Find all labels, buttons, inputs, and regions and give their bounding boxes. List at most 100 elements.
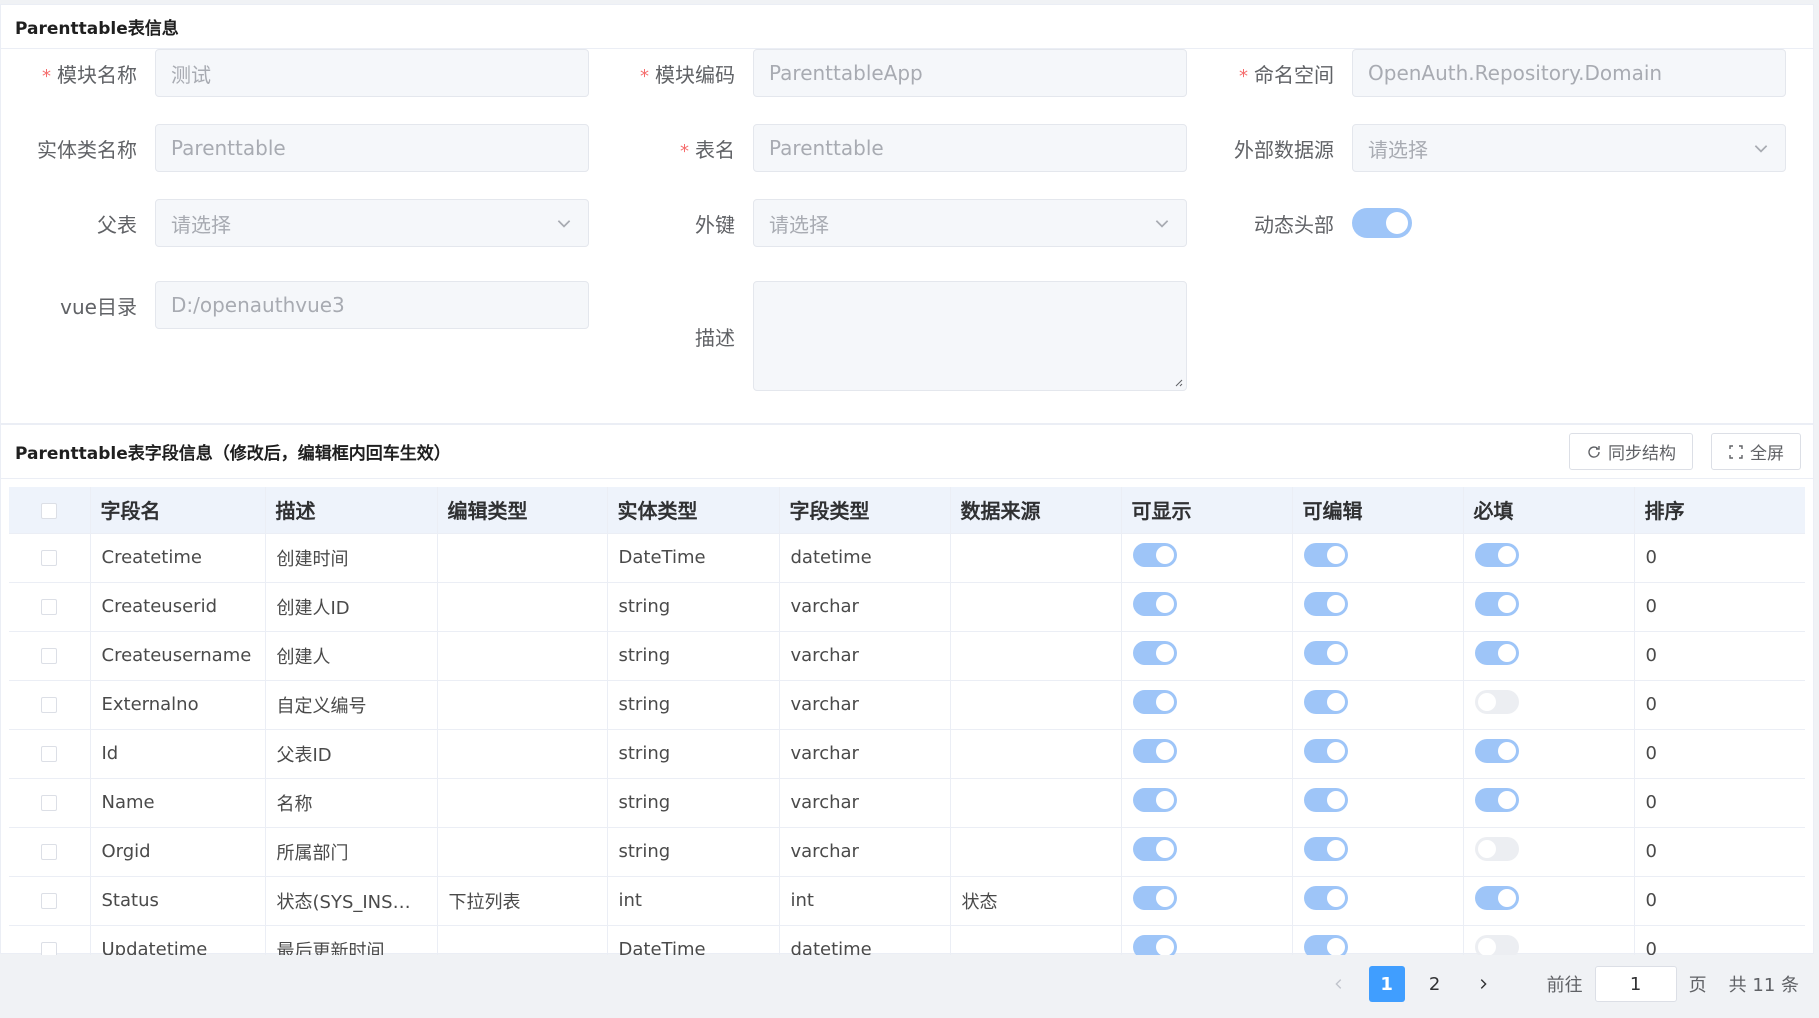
cell-edit-type[interactable] (437, 925, 608, 955)
row-checkbox[interactable] (41, 697, 58, 713)
foreign-key-select[interactable]: 请选择 (753, 199, 1187, 247)
namespace-input[interactable]: OpenAuth.Repository.Domain (1352, 49, 1786, 97)
cell-data-source[interactable] (950, 533, 1122, 583)
cell-sort[interactable]: 0 (1634, 876, 1805, 926)
cell-data-source[interactable] (950, 631, 1122, 681)
cell-description[interactable]: 自定义编号 (265, 680, 438, 730)
cell-sort[interactable]: 0 (1634, 533, 1805, 583)
external-source-select[interactable]: 请选择 (1352, 124, 1786, 172)
show-switch[interactable] (1132, 886, 1177, 910)
cell-entity-type: string (607, 631, 780, 681)
sync-structure-label: 同步结构 (1608, 444, 1676, 464)
prev-page-button[interactable] (1320, 966, 1357, 1002)
cell-data-source[interactable] (950, 729, 1122, 779)
cell-description[interactable]: 所属部门 (265, 827, 438, 877)
cell-data-source[interactable] (950, 925, 1122, 955)
edit-switch[interactable] (1303, 592, 1348, 616)
cell-data-source[interactable]: 状态 (950, 876, 1122, 926)
select-all-checkbox[interactable] (41, 503, 58, 520)
row-checkbox[interactable] (41, 844, 58, 860)
row-checkbox[interactable] (41, 648, 58, 664)
edit-switch[interactable] (1303, 935, 1348, 955)
cell-entity-type: int (607, 876, 780, 926)
module-name-input[interactable]: 测试 (155, 49, 589, 97)
cell-edit-type[interactable] (437, 778, 608, 828)
cell-edit-type[interactable] (437, 631, 608, 681)
edit-switch[interactable] (1303, 543, 1348, 567)
row-checkbox[interactable] (41, 795, 58, 811)
required-switch[interactable] (1474, 739, 1519, 763)
cell-sort[interactable]: 0 (1634, 680, 1805, 730)
external-source-placeholder: 请选择 (1368, 137, 1428, 162)
cell-entity-type: DateTime (607, 925, 780, 955)
cell-description[interactable]: 创建人 (265, 631, 438, 681)
cell-data-source[interactable] (950, 582, 1122, 632)
required-switch[interactable] (1474, 543, 1519, 567)
edit-switch[interactable] (1303, 690, 1348, 714)
cell-sort[interactable]: 0 (1634, 582, 1805, 632)
cell-description[interactable]: 创建人ID (265, 582, 438, 632)
show-switch[interactable] (1132, 788, 1177, 812)
form-item-namespace: * 命名空间 OpenAuth.Repository.Domain (1212, 49, 1786, 97)
page-number-1[interactable]: 1 (1368, 966, 1405, 1002)
show-switch[interactable] (1132, 641, 1177, 665)
cell-sort[interactable]: 0 (1634, 631, 1805, 681)
row-checkbox[interactable] (41, 599, 58, 615)
row-checkbox[interactable] (41, 550, 58, 566)
cell-data-source[interactable] (950, 827, 1122, 877)
parent-table-select[interactable]: 请选择 (155, 199, 589, 247)
cell-sort[interactable]: 0 (1634, 827, 1805, 877)
next-page-button[interactable] (1464, 966, 1501, 1002)
cell-description[interactable]: 创建时间 (265, 533, 438, 583)
description-textarea[interactable] (753, 281, 1187, 391)
cell-edit-type[interactable] (437, 729, 608, 779)
cell-sort[interactable]: 0 (1634, 925, 1805, 955)
cell-description[interactable]: 名称 (265, 778, 438, 828)
edit-switch[interactable] (1303, 886, 1348, 910)
form-item-parent-table: 父表 请选择 (15, 199, 589, 247)
required-switch[interactable] (1474, 935, 1519, 955)
show-switch[interactable] (1132, 543, 1177, 567)
cell-description[interactable]: 最后更新时间 (265, 925, 438, 955)
required-switch[interactable] (1474, 690, 1519, 714)
cell-edit-type[interactable] (437, 827, 608, 877)
cell-edit-type[interactable] (437, 680, 608, 730)
edit-switch[interactable] (1303, 837, 1348, 861)
row-checkbox[interactable] (41, 942, 58, 955)
vue-dir-label: vue目录 (60, 294, 137, 319)
vue-dir-input[interactable]: D:/openauthvue3 (155, 281, 589, 329)
show-switch[interactable] (1132, 935, 1177, 955)
show-switch[interactable] (1132, 592, 1177, 616)
cell-edit-type[interactable] (437, 582, 608, 632)
cell-description[interactable]: 状态(SYS_INS… (265, 876, 438, 926)
fullscreen-button[interactable]: 全屏 (1711, 433, 1801, 470)
show-switch[interactable] (1132, 690, 1177, 714)
module-code-input[interactable]: ParenttableApp (753, 49, 1187, 97)
required-switch[interactable] (1474, 837, 1519, 861)
required-switch[interactable] (1474, 886, 1519, 910)
edit-switch[interactable] (1303, 739, 1348, 763)
cell-sort[interactable]: 0 (1634, 729, 1805, 779)
resize-handle-icon[interactable] (1173, 377, 1183, 387)
edit-switch[interactable] (1303, 788, 1348, 812)
cell-edit-type[interactable] (437, 533, 608, 583)
show-switch[interactable] (1132, 739, 1177, 763)
cell-sort[interactable]: 0 (1634, 778, 1805, 828)
cell-description[interactable]: 父表ID (265, 729, 438, 779)
table-name-input[interactable]: Parenttable (753, 124, 1187, 172)
dynamic-header-switch[interactable] (1352, 208, 1412, 238)
required-switch[interactable] (1474, 788, 1519, 812)
entity-name-input[interactable]: Parenttable (155, 124, 589, 172)
cell-data-source[interactable] (950, 680, 1122, 730)
sync-structure-button[interactable]: 同步结构 (1569, 433, 1693, 470)
cell-data-source[interactable] (950, 778, 1122, 828)
required-switch[interactable] (1474, 592, 1519, 616)
row-checkbox[interactable] (41, 746, 58, 762)
row-checkbox[interactable] (41, 893, 58, 909)
show-switch[interactable] (1132, 837, 1177, 861)
edit-switch[interactable] (1303, 641, 1348, 665)
page-number-2[interactable]: 2 (1416, 966, 1453, 1002)
required-switch[interactable] (1474, 641, 1519, 665)
goto-page-input[interactable]: 1 (1594, 966, 1677, 1002)
cell-edit-type[interactable]: 下拉列表 (437, 876, 608, 926)
